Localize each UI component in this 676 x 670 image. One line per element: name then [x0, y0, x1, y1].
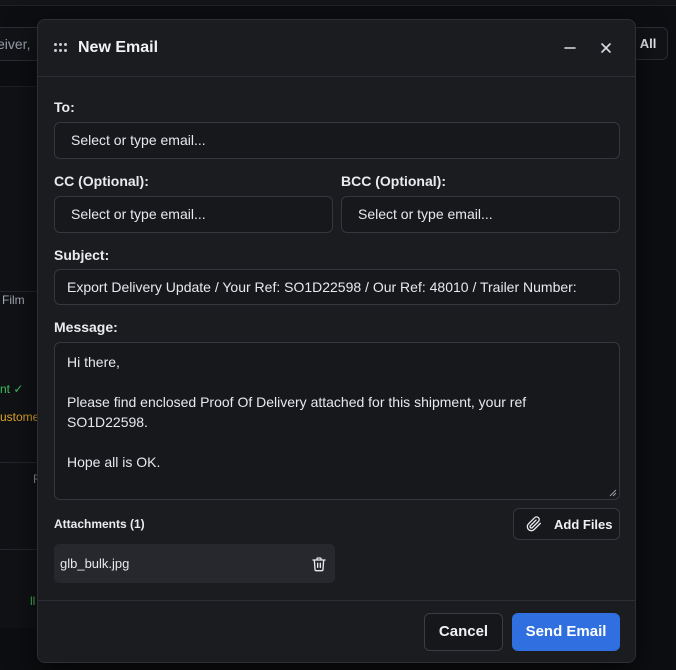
message-label: Message: [54, 319, 118, 335]
divider [0, 462, 40, 463]
bcc-label: BCC (Optional): [341, 173, 446, 189]
send-email-button[interactable]: Send Email [512, 613, 620, 651]
minimize-icon [564, 47, 576, 49]
subject-value: Export Delivery Update / Your Ref: SO1D2… [67, 279, 577, 295]
drag-handle-icon[interactable] [54, 43, 68, 53]
add-files-button[interactable]: Add Files [513, 508, 620, 540]
new-email-modal: New Email To: Select or type email... CC… [37, 19, 636, 663]
attachments-label: Attachments (1) [54, 517, 145, 531]
modal-header[interactable]: New Email [38, 20, 635, 77]
add-files-label: Add Files [554, 516, 613, 532]
message-line [67, 432, 607, 452]
message-line: SO1D22598. [67, 414, 148, 430]
to-placeholder: Select or type email... [71, 132, 206, 148]
cc-placeholder: Select or type email... [71, 206, 206, 222]
modal-footer: Cancel Send Email [38, 600, 635, 662]
message-line [67, 372, 607, 392]
background-search-text: eiver, [0, 36, 31, 52]
bcc-placeholder: Select or type email... [358, 206, 493, 222]
bcc-field[interactable]: Select or type email... [341, 196, 620, 233]
background-list-panel: Film nt ✓ ustome F ll [0, 86, 40, 628]
subject-input[interactable]: Export Delivery Update / Your Ref: SO1D2… [54, 269, 620, 305]
close-button[interactable] [595, 37, 617, 59]
resize-handle-icon[interactable] [609, 489, 617, 497]
background-customer-status: ustome [0, 410, 40, 424]
to-label: To: [54, 99, 75, 115]
close-icon [601, 43, 611, 53]
attachment-filename: glb_bulk.jpg [60, 556, 130, 571]
subject-label: Subject: [54, 247, 110, 263]
background-sent-status: nt ✓ [0, 382, 24, 396]
remove-attachment-button[interactable] [311, 556, 327, 572]
background-film-text: Film [2, 293, 25, 307]
cc-field[interactable]: Select or type email... [54, 196, 333, 233]
paperclip-icon [526, 516, 542, 532]
minimize-button[interactable] [559, 37, 581, 59]
message-line: Hope all is OK. [67, 454, 161, 470]
message-line: Please find enclosed Proof Of Delivery a… [67, 394, 527, 410]
cancel-button[interactable]: Cancel [424, 613, 503, 651]
cc-label: CC (Optional): [54, 173, 149, 189]
message-textarea[interactable]: Hi there, Please find enclosed Proof Of … [54, 342, 620, 500]
divider [0, 549, 40, 550]
message-line: Hi there, [67, 354, 120, 370]
trash-icon [312, 556, 326, 571]
to-field[interactable]: Select or type email... [54, 122, 620, 159]
divider [0, 291, 40, 292]
app-top-bar [0, 0, 676, 6]
modal-title: New Email [78, 39, 159, 56]
attachment-item: glb_bulk.jpg [54, 544, 335, 583]
